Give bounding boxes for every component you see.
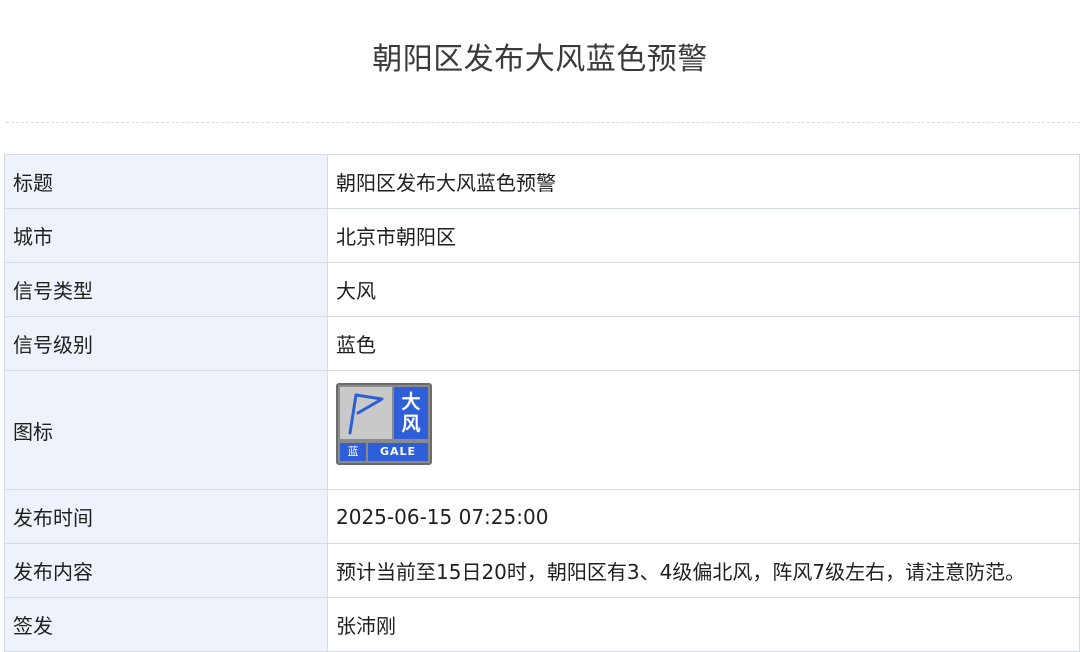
table-row-content: 发布内容 预计当前至15日20时，朝阳区有3、4级偏北风，阵风7级左右，请注意防… [4, 543, 1080, 598]
row-value-signal-type: 大风 [327, 262, 1080, 317]
row-value-title: 朝阳区发布大风蓝色预警 [327, 154, 1080, 209]
gale-cn-text: 大 风 [394, 387, 428, 439]
gale-level-text: 蓝 [340, 443, 366, 461]
gale-en-text: GALE [368, 443, 428, 461]
row-value-issuer: 张沛刚 [327, 597, 1080, 652]
row-value-city: 北京市朝阳区 [327, 208, 1080, 263]
warning-info-table: 标题 朝阳区发布大风蓝色预警 城市 北京市朝阳区 信号类型 大风 信号级别 蓝色… [4, 154, 1080, 652]
table-row-city: 城市 北京市朝阳区 [4, 208, 1080, 263]
row-value-icon: 大 风 蓝 GALE [327, 370, 1080, 490]
table-row-publish-time: 发布时间 2025-06-15 07:25:00 [4, 489, 1080, 544]
row-label-issuer: 签发 [4, 597, 328, 652]
row-label-title: 标题 [4, 154, 328, 209]
row-value-publish-time: 2025-06-15 07:25:00 [327, 489, 1080, 544]
row-label-publish-time: 发布时间 [4, 489, 328, 544]
gale-blue-warning-icon: 大 风 蓝 GALE [336, 383, 432, 465]
table-row-signal-type: 信号类型 大风 [4, 262, 1080, 317]
gale-bottom-bar: 蓝 GALE [340, 443, 428, 461]
row-value-content: 预计当前至15日20时，朝阳区有3、4级偏北风，阵风7级左右，请注意防范。 [327, 543, 1080, 598]
flag-icon [340, 387, 392, 439]
row-label-icon: 图标 [4, 370, 328, 490]
table-row-title: 标题 朝阳区发布大风蓝色预警 [4, 154, 1080, 209]
table-row-issuer: 签发 张沛刚 [4, 597, 1080, 652]
row-label-signal-level: 信号级别 [4, 316, 328, 371]
page-title: 朝阳区发布大风蓝色预警 [372, 42, 708, 77]
gale-cn-char-1: 大 [401, 391, 421, 413]
row-label-city: 城市 [4, 208, 328, 263]
row-label-signal-type: 信号类型 [4, 262, 328, 317]
table-row-signal-level: 信号级别 蓝色 [4, 316, 1080, 371]
gale-cn-char-2: 风 [401, 413, 421, 435]
warning-detail-page: 朝阳区发布大风蓝色预警 标题 朝阳区发布大风蓝色预警 城市 北京市朝阳区 信号类… [0, 0, 1080, 652]
row-label-content: 发布内容 [4, 543, 328, 598]
table-row-icon: 图标 大 风 蓝 GALE [4, 370, 1080, 490]
title-divider [6, 122, 1080, 123]
row-value-signal-level: 蓝色 [327, 316, 1080, 371]
